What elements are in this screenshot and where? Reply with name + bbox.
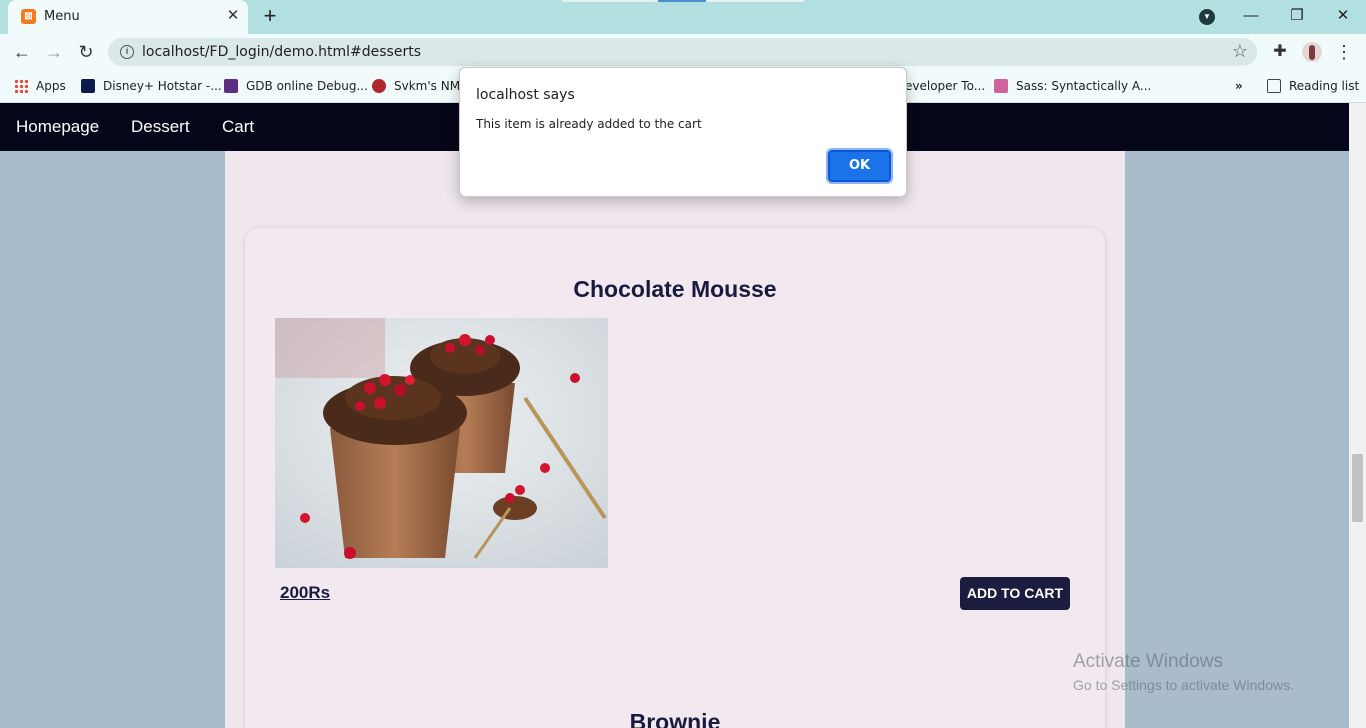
svkm-icon <box>372 79 386 93</box>
browser-toolbar: ← → ↻ i localhost/FD_login/demo.html#des… <box>0 34 1366 70</box>
bookmark-gdb[interactable]: GDB online Debug... <box>224 77 368 95</box>
new-tab-button[interactable]: + <box>259 5 281 27</box>
gdb-icon <box>224 79 238 93</box>
watermark-line-1: Activate Windows <box>1073 651 1223 672</box>
dialog-message: This item is already added to the cart <box>476 117 702 131</box>
ok-button[interactable]: OK <box>826 148 893 184</box>
puzzle-icon[interactable]: ✚ <box>1270 42 1290 62</box>
scrollbar-thumb[interactable] <box>1352 454 1363 522</box>
watermark-line-2: Go to Settings to activate Windows. <box>1073 677 1294 693</box>
restore-button[interactable]: ❐ <box>1284 4 1310 28</box>
sass-icon <box>994 79 1008 93</box>
tab-strip-indicator <box>706 0 804 2</box>
apps-grid-icon <box>14 79 28 93</box>
xampp-icon: ⊠ <box>21 9 36 24</box>
bookmark-svkm[interactable]: Svkm's NMI <box>372 77 464 95</box>
mousse-illustration <box>275 318 608 568</box>
browser-tab-menu[interactable]: ⊠ Menu ✕ <box>8 0 248 34</box>
tab-search-icon[interactable]: ▼ <box>1199 9 1215 25</box>
nav-link-cart[interactable]: Cart <box>222 117 254 137</box>
bookmark-sass[interactable]: Sass: Syntactically A... <box>994 77 1151 95</box>
product-card: Chocolate Mousse 200Rs ADD TO CART <box>245 228 1105 728</box>
avatar[interactable] <box>1302 42 1322 62</box>
activate-windows-watermark: Activate Windows Go to Settings to activ… <box>1073 651 1294 693</box>
tab-strip-indicator <box>562 0 658 2</box>
tab-strip: ⊠ Menu ✕ + ▼ — ❐ ✕ <box>0 0 1366 34</box>
back-arrow-icon[interactable]: ← <box>10 40 34 64</box>
dialog-title: localhost says <box>476 87 575 103</box>
bookmark-developer-tools[interactable]: eveloper To... <box>905 77 985 95</box>
next-product-title: Brownie <box>629 709 721 728</box>
product-price[interactable]: 200Rs <box>280 583 330 603</box>
reading-list-button[interactable]: Reading list <box>1267 77 1359 95</box>
minimize-button[interactable]: — <box>1238 4 1264 28</box>
reading-list-icon <box>1267 79 1281 93</box>
reload-icon[interactable]: ↻ <box>74 40 98 64</box>
tab-strip-indicator-active <box>658 0 706 2</box>
address-bar[interactable]: i localhost/FD_login/demo.html#desserts … <box>108 38 1257 66</box>
more-icon[interactable]: ⋮ <box>1335 40 1353 64</box>
nav-link-dessert[interactable]: Dessert <box>131 117 190 137</box>
forward-arrow-icon[interactable]: → <box>42 40 66 64</box>
alert-dialog: localhost says This item is already adde… <box>459 67 907 197</box>
page-scrollbar[interactable] <box>1349 103 1366 728</box>
tab-title: Menu <box>44 9 80 24</box>
add-to-cart-button[interactable]: ADD TO CART <box>960 577 1070 610</box>
info-icon[interactable]: i <box>120 45 134 59</box>
bookmark-hotstar[interactable]: Disney+ Hotstar -... <box>81 77 222 95</box>
chocolate-mousse-image <box>275 318 608 568</box>
star-icon[interactable]: ☆ <box>1232 41 1248 62</box>
product-title: Chocolate Mousse <box>573 276 777 302</box>
close-icon[interactable]: ✕ <box>224 7 242 25</box>
nav-link-homepage[interactable]: Homepage <box>16 117 99 137</box>
hotstar-icon <box>81 79 95 93</box>
url-text[interactable]: localhost/FD_login/demo.html#desserts <box>142 44 421 60</box>
bookmarks-overflow-button[interactable]: » <box>1235 77 1243 95</box>
window-close-button[interactable]: ✕ <box>1330 4 1356 28</box>
bookmark-apps[interactable]: Apps <box>14 77 66 95</box>
